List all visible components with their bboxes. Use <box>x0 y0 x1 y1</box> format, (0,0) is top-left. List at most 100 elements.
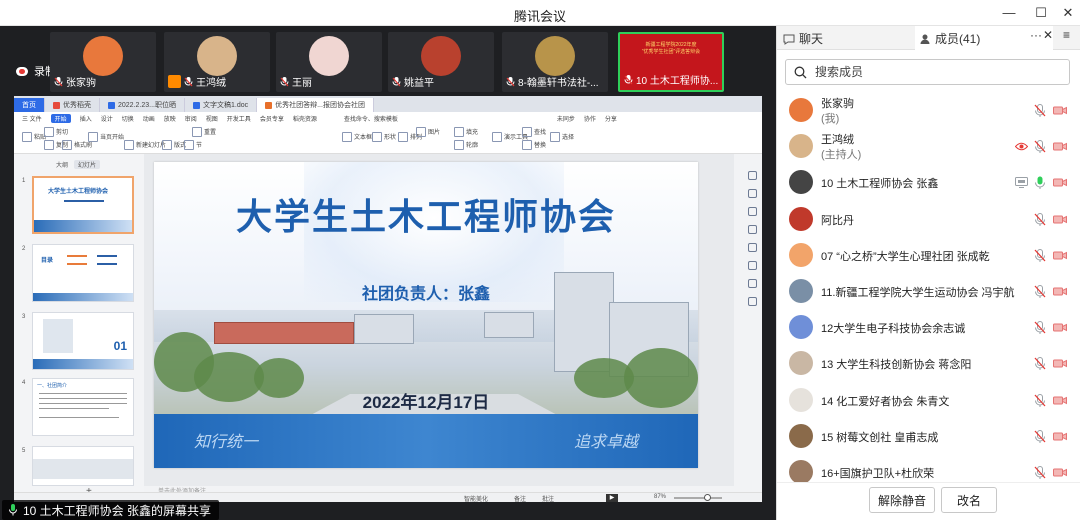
tab-outline[interactable]: 大纲 <box>56 160 68 169</box>
ppt-tab[interactable]: 首页 <box>14 98 45 112</box>
smart-beautify-button[interactable]: 智能美化 <box>464 494 488 502</box>
member-row[interactable]: 阿比丹 <box>777 201 1080 237</box>
ribbon-button[interactable]: 版式 <box>162 140 186 150</box>
tool-icon[interactable] <box>747 261 757 270</box>
ribbon-button[interactable]: 形状 <box>372 132 396 142</box>
participant-tile[interactable]: 王丽 <box>276 32 382 92</box>
notes-toggle-button[interactable]: 备注 <box>514 494 526 502</box>
microphone-muted-icon[interactable] <box>1034 393 1046 407</box>
member-row[interactable]: 13 大学生科技创新协会 蒋念阳 <box>777 345 1080 381</box>
microphone-muted-icon[interactable] <box>1034 285 1046 298</box>
member-search[interactable] <box>785 59 1070 85</box>
ppt-menu-item[interactable]: 动画 <box>143 114 155 123</box>
tool-icon[interactable] <box>747 297 757 306</box>
tool-icon[interactable] <box>747 189 757 198</box>
participant-tile[interactable]: 姚益平 <box>388 32 494 92</box>
play-icon[interactable]: ▶ <box>606 494 618 502</box>
ppt-tab[interactable]: 优秀稻壳 <box>45 98 100 112</box>
participant-tile[interactable]: 新疆工程学院2022年度 “优秀学生社团”评选答辩会 10 土木工程师协... <box>618 32 724 92</box>
search-input[interactable] <box>815 65 1055 79</box>
ppt-tab[interactable]: 优秀社团答辩...报团协会社团 <box>257 98 374 112</box>
ribbon-button[interactable]: 粘贴 <box>22 132 46 142</box>
tool-icon[interactable] <box>747 279 757 288</box>
panel-menu-icon[interactable]: ≡ <box>1063 28 1070 42</box>
current-slide[interactable]: 大学生土木工程师协会 社团负责人：张鑫 2022年12月17日 知行统一 追求卓… <box>154 162 698 468</box>
camera-off-icon[interactable] <box>1053 286 1067 297</box>
slide-thumbnail-4[interactable]: 一、社团简介 <box>32 378 134 436</box>
ppt-menu-item[interactable]: 开发工具 <box>227 114 251 123</box>
tab-members[interactable]: 成员(41) <box>919 30 980 47</box>
camera-off-icon[interactable] <box>1053 467 1067 478</box>
ribbon-button[interactable]: 重置 <box>192 127 216 137</box>
close-icon[interactable]: ✕ <box>1055 3 1080 23</box>
ribbon-button[interactable]: 当页开始 <box>88 132 124 142</box>
member-row[interactable]: 14 化工爱好者协会 朱青文 <box>777 382 1080 418</box>
ribbon-button[interactable]: 剪切 <box>44 127 68 137</box>
microphone-muted-icon[interactable] <box>1034 321 1046 335</box>
ppt-menu-item[interactable]: 分享 <box>605 114 617 123</box>
camera-off-icon[interactable] <box>1053 358 1067 369</box>
member-row[interactable]: 07 “心之桥”大学生心理社团 张成乾 <box>777 237 1080 273</box>
tab-slides[interactable]: 幻灯片 <box>74 160 101 169</box>
shared-screen[interactable]: 首页 优秀稻壳 2022.2.23...职位晒 文字文稿1.doc 优秀社团答辩...报… <box>14 96 762 502</box>
ppt-menu-item[interactable]: 三 文件 <box>22 114 42 123</box>
ribbon-button[interactable]: 替换 <box>522 140 546 150</box>
ppt-menu-item[interactable]: 设计 <box>101 114 113 123</box>
member-row[interactable]: 10 土木工程师协会 张鑫 <box>777 164 1080 200</box>
member-row[interactable]: 12大学生电子科技协会余志诚 <box>777 309 1080 345</box>
ppt-menu-item[interactable]: 稻壳资源 <box>293 114 317 123</box>
tool-icon[interactable] <box>747 225 757 234</box>
tool-icon[interactable] <box>747 171 757 180</box>
camera-off-icon[interactable] <box>1053 395 1067 406</box>
slide-thumbnail-1[interactable]: 大学生土木工程师协会 <box>32 176 134 234</box>
tool-icon[interactable] <box>747 207 757 216</box>
ppt-menu-item[interactable]: 视图 <box>206 114 218 123</box>
ppt-menu-item[interactable]: 切换 <box>122 114 134 123</box>
member-row[interactable]: 王鸿绒 (主持人) <box>777 128 1080 164</box>
microphone-muted-icon[interactable] <box>1034 248 1046 262</box>
ribbon-button[interactable]: 新建幻灯片 <box>124 140 166 150</box>
ppt-menu-item[interactable]: 放映 <box>164 114 176 123</box>
participant-tile[interactable]: 8-翰墨轩书法社-... <box>502 32 608 92</box>
ribbon-button[interactable]: 轮廓 <box>454 140 478 150</box>
close-panel-icon[interactable]: ✕ <box>1043 28 1053 42</box>
ribbon-button[interactable]: 选择 <box>550 132 574 142</box>
ribbon-button[interactable]: 填充 <box>454 127 478 137</box>
camera-off-icon[interactable] <box>1053 177 1067 188</box>
slide-thumbnail-2[interactable]: 目录 <box>32 244 134 302</box>
unmute-button[interactable]: 解除静音 <box>869 487 935 513</box>
camera-off-icon[interactable] <box>1053 141 1067 152</box>
participant-tile[interactable]: 王鸿绒 <box>164 32 270 92</box>
microphone-muted-icon[interactable] <box>1034 104 1046 117</box>
ppt-menu-item[interactable]: 未同步 <box>557 114 575 123</box>
participant-tile[interactable]: 张家驹 <box>50 32 156 92</box>
ppt-menu-item[interactable]: 会员专享 <box>260 114 284 123</box>
microphone-muted-icon[interactable] <box>1034 212 1046 226</box>
tool-icon[interactable] <box>747 243 757 252</box>
microphone-muted-icon[interactable] <box>1034 466 1046 479</box>
slide-thumbnail-3[interactable]: 01 <box>32 312 134 370</box>
ribbon-button[interactable]: 查找 <box>522 127 546 137</box>
ppt-menu-item[interactable]: 协作 <box>584 114 596 123</box>
ppt-menu-item[interactable]: 审阅 <box>185 114 197 123</box>
microphone-on-icon[interactable] <box>1034 176 1046 190</box>
maximize-icon[interactable]: ☐ <box>1028 3 1054 23</box>
member-row[interactable]: 张家驹 (我) <box>777 92 1080 128</box>
tab-chat[interactable]: 聊天 <box>783 30 823 47</box>
camera-off-icon[interactable] <box>1053 214 1067 225</box>
microphone-muted-icon[interactable] <box>1034 140 1046 154</box>
ribbon-button[interactable]: 节 <box>184 140 202 150</box>
member-row[interactable]: 16+国旗护卫队+杜欣荣 <box>777 454 1080 482</box>
more-options-icon[interactable]: ··· <box>1030 28 1042 42</box>
microphone-muted-icon[interactable] <box>1034 429 1046 443</box>
camera-off-icon[interactable] <box>1053 322 1067 333</box>
camera-off-icon[interactable] <box>1053 105 1067 116</box>
microphone-muted-icon[interactable] <box>1034 357 1046 371</box>
ribbon-button[interactable]: 图片 <box>416 127 440 137</box>
comments-button[interactable]: 批注 <box>542 494 554 502</box>
slide-thumbnail-5[interactable] <box>32 446 134 486</box>
zoom-slider-knob[interactable] <box>704 494 711 501</box>
rename-button[interactable]: 改名 <box>941 487 997 513</box>
ppt-menu-item[interactable]: 开始 <box>50 113 71 123</box>
minimize-icon[interactable]: — <box>996 3 1022 23</box>
